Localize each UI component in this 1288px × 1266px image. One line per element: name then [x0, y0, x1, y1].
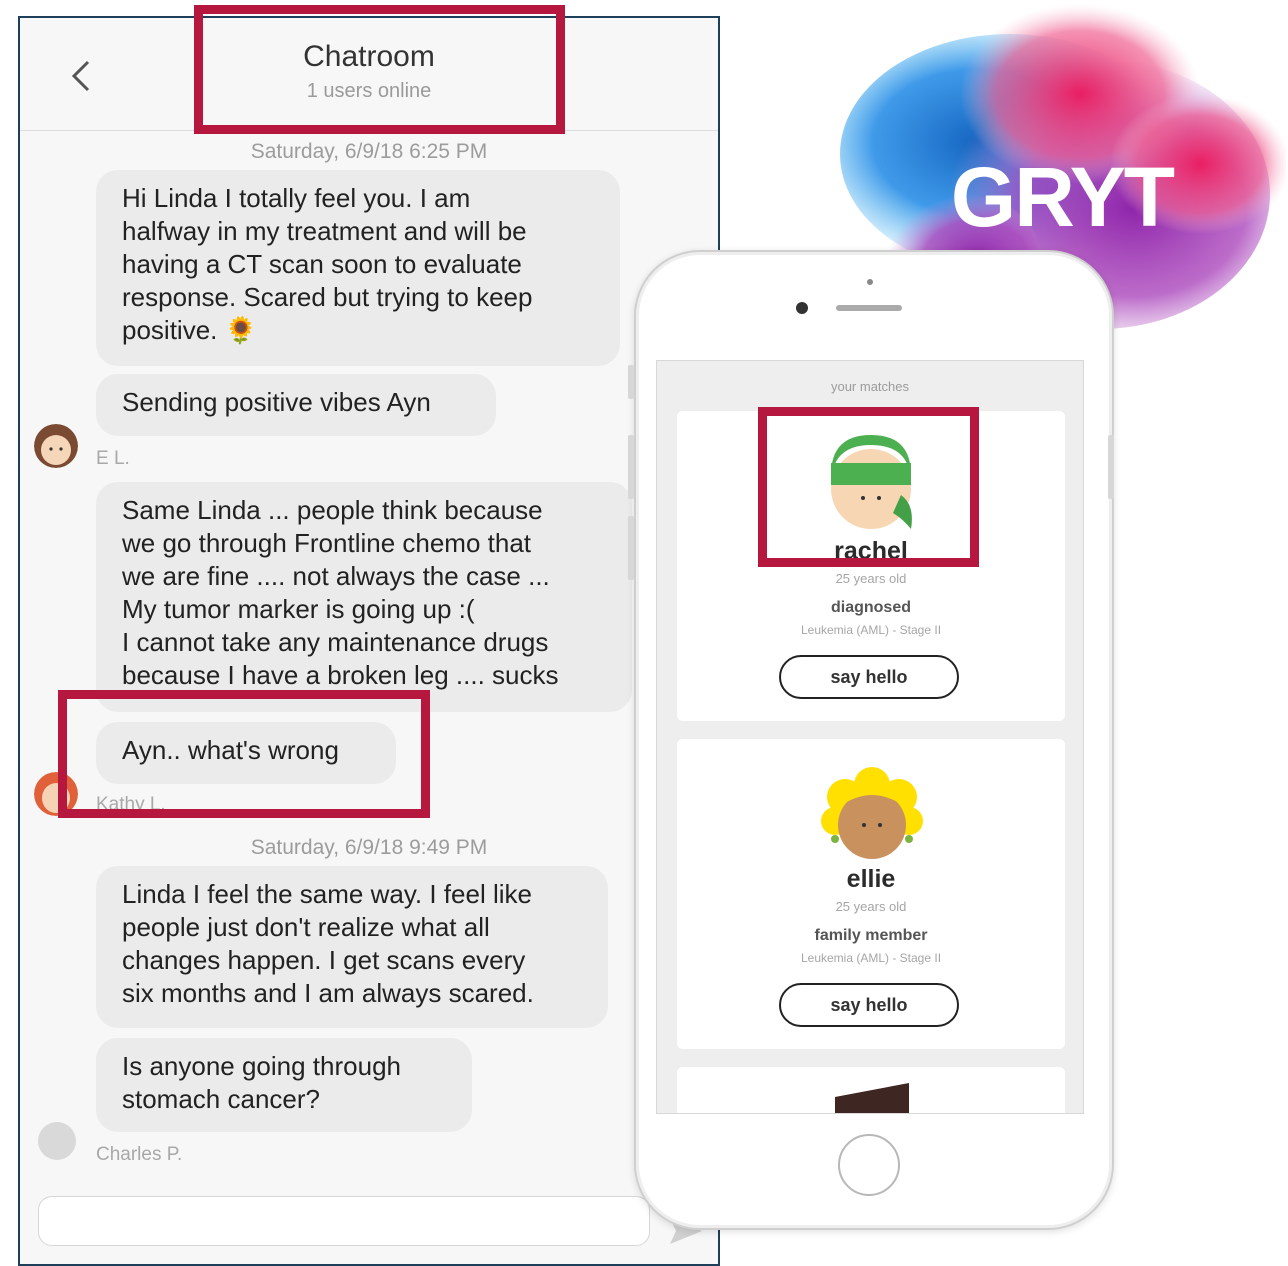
online-count: 1 users online: [306, 80, 432, 102]
message-bubble[interactable]: Is anyone going through stomach cancer?: [96, 1038, 472, 1132]
sender-name: Kathy L.: [96, 794, 166, 815]
match-diagnosis: Leukemia (AML) - Stage II: [800, 623, 942, 637]
phone-side-button: [628, 435, 634, 499]
home-button[interactable]: [838, 1134, 900, 1196]
match-role: diagnosed: [830, 599, 911, 616]
avatar-hair-icon: [835, 1083, 909, 1113]
section-title: your matches: [830, 379, 910, 394]
match-age: 25 years old: [835, 899, 907, 914]
avatar[interactable]: [34, 424, 78, 468]
user-avatar-icon: [34, 424, 78, 468]
phone-side-button: [628, 516, 634, 580]
chat-panel: Chatroom 1 users online Saturday, 6/9/18…: [18, 16, 720, 1266]
match-card: ellie 25 years old family member Leukemi…: [677, 739, 1065, 1049]
phone-screen: your matches rachel 25 years old diagnos…: [656, 360, 1084, 1114]
user-avatar-icon: [34, 772, 78, 816]
message-bubble[interactable]: Linda I feel the same way. I feel like p…: [96, 866, 608, 1028]
match-diagnosis: Leukemia (AML) - Stage II: [800, 951, 942, 965]
phone-side-button: [628, 365, 634, 399]
timestamp: Saturday, 6/9/18 9:49 PM: [250, 836, 488, 859]
phone-side-button: [1108, 435, 1114, 499]
message-bubble[interactable]: Same Linda ... people think because we g…: [96, 482, 632, 712]
message-input[interactable]: [38, 1196, 650, 1246]
match-name: ellie: [846, 865, 896, 893]
sender-name: E L.: [96, 448, 130, 469]
sender-name: Charles P.: [96, 1144, 183, 1165]
timestamp: Saturday, 6/9/18 6:25 PM: [250, 140, 488, 163]
match-role: family member: [814, 927, 928, 944]
match-age: 25 years old: [835, 571, 907, 586]
rachel-avatar-icon: [831, 435, 912, 529]
match-card: [677, 1067, 1065, 1113]
message-bubble[interactable]: Ayn.. what's wrong: [96, 722, 396, 784]
chat-header: Chatroom 1 users online: [20, 18, 718, 131]
message-bubble[interactable]: Hi Linda I totally feel you. I am halfwa…: [96, 170, 620, 366]
say-hello-button[interactable]: say hello: [779, 983, 959, 1027]
phone-speaker-camera: [796, 279, 902, 314]
chat-title: Chatroom: [303, 40, 435, 73]
match-card: rachel 25 years old diagnosed Leukemia (…: [677, 411, 1065, 721]
gryt-logo-text: GRYT: [951, 150, 1175, 244]
avatar[interactable]: [34, 772, 78, 816]
message-bubble[interactable]: Sending positive vibes Ayn: [96, 374, 496, 436]
ellie-avatar-icon: [821, 767, 923, 859]
match-name: rachel: [834, 537, 908, 565]
say-hello-button[interactable]: say hello: [779, 655, 959, 699]
avatar[interactable]: [38, 1122, 76, 1160]
